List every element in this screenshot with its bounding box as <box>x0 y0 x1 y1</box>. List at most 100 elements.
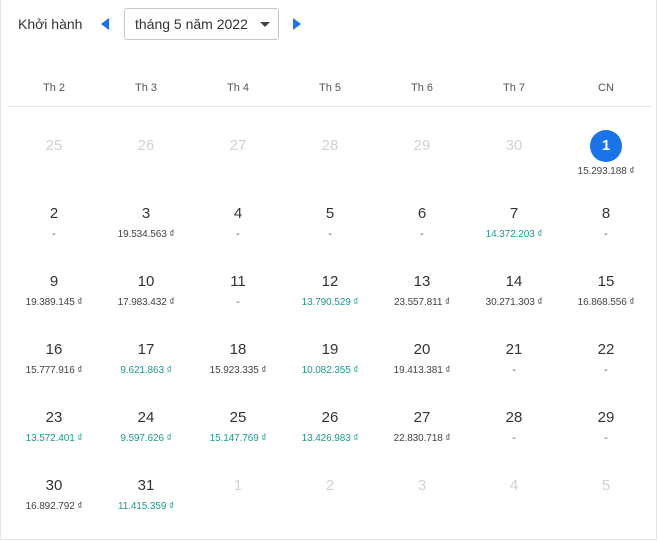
day-number: 11 <box>230 273 246 290</box>
calendar-day-outside-month: 3 <box>376 446 468 514</box>
day-number: 30 <box>505 137 523 154</box>
calendar-day[interactable]: 27 22.830.718 ₫ <box>376 378 468 446</box>
day-number: 4 <box>509 477 519 494</box>
day-price: 13.572.401 ₫ <box>25 433 83 444</box>
day-number: 1 <box>233 477 243 494</box>
price-unavailable: - <box>604 229 608 240</box>
calendar-day[interactable]: 5- <box>284 174 376 242</box>
calendar-day[interactable]: 26 13.426.983 ₫ <box>284 378 376 446</box>
calendar-header: Khởi hành tháng 5 năm 2022 <box>0 0 658 50</box>
calendar-day-outside-month: 30 <box>468 106 560 174</box>
weekday-wed: Th 4 <box>226 82 249 94</box>
price-unavailable: - <box>604 365 608 376</box>
calendar-day[interactable]: 6- <box>376 174 468 242</box>
day-number: 22 <box>597 341 615 358</box>
calendar-day[interactable]: 12 13.790.529 ₫ <box>284 242 376 310</box>
day-number: 28 <box>321 137 339 154</box>
weekday-sat: Th 7 <box>502 82 525 94</box>
day-price: 10.082.355 ₫ <box>301 365 359 376</box>
day-price: 11.415.359 ₫ <box>117 501 175 512</box>
price-unavailable: - <box>604 433 608 444</box>
day-number: 12 <box>321 273 339 290</box>
calendar-day[interactable]: 9 19.389.145 ₫ <box>8 242 100 310</box>
day-price: 15.923.335 ₫ <box>209 365 267 376</box>
day-number: 8 <box>601 205 611 222</box>
price-unavailable: - <box>512 433 516 444</box>
day-number: 25 <box>229 409 247 426</box>
day-number: 10 <box>137 273 155 290</box>
day-number: 29 <box>413 137 431 154</box>
calendar-day[interactable]: 7 14.372.203 ₫ <box>468 174 560 242</box>
calendar-day[interactable]: 17 9.621.863 ₫ <box>100 310 192 378</box>
day-price: 13.426.983 ₫ <box>301 433 359 444</box>
calendar-day-outside-month: 26 <box>100 106 192 174</box>
day-price: 16.892.792 ₫ <box>25 501 83 512</box>
calendar-day-outside-month: 25 <box>8 106 100 174</box>
calendar-day[interactable]: 19 10.082.355 ₫ <box>284 310 376 378</box>
calendar-day[interactable]: 2- <box>8 174 100 242</box>
weekday-header-row: Th 2 Th 3 Th 4 Th 5 Th 6 Th 7 CN <box>8 72 652 107</box>
calendar-day-selected[interactable]: 1 15.293.188 ₫ <box>560 106 652 177</box>
day-price: 16.868.556 ₫ <box>577 297 635 308</box>
calendar-day-outside-month: 1 <box>192 446 284 514</box>
day-number: 4 <box>233 205 243 222</box>
day-number: 16 <box>45 341 63 358</box>
calendar-day[interactable]: 20 19.413.381 ₫ <box>376 310 468 378</box>
day-number: 18 <box>229 341 247 358</box>
day-number: 3 <box>141 205 151 222</box>
price-unavailable: - <box>328 229 332 240</box>
previous-month-arrow-icon[interactable] <box>101 18 109 30</box>
calendar-day[interactable]: 31 11.415.359 ₫ <box>100 446 192 514</box>
month-select[interactable]: tháng 5 năm 2022 <box>124 8 279 40</box>
day-number: 3 <box>417 477 427 494</box>
price-unavailable: - <box>236 229 240 240</box>
day-number: 19 <box>321 341 339 358</box>
calendar-day[interactable]: 18 15.923.335 ₫ <box>192 310 284 378</box>
calendar-day[interactable]: 10 17.983.432 ₫ <box>100 242 192 310</box>
day-price: 23.557.811 ₫ <box>393 297 451 308</box>
calendar-day[interactable]: 25 15.147.769 ₫ <box>192 378 284 446</box>
day-number: 31 <box>137 477 155 494</box>
day-price: 14.372.203 ₫ <box>485 229 543 240</box>
day-number: 15 <box>597 273 615 290</box>
calendar-day[interactable]: 16 15.777.916 ₫ <box>8 310 100 378</box>
calendar-day[interactable]: 15 16.868.556 ₫ <box>560 242 652 310</box>
calendar-day[interactable]: 8- <box>560 174 652 242</box>
calendar-day[interactable]: 29 - <box>560 378 652 446</box>
next-month-arrow-icon[interactable] <box>293 18 301 30</box>
day-number: 6 <box>417 205 427 222</box>
month-select-value: tháng 5 năm 2022 <box>135 16 248 32</box>
day-number: 20 <box>413 341 431 358</box>
calendar-day[interactable]: 13 23.557.811 ₫ <box>376 242 468 310</box>
day-number: 26 <box>321 409 339 426</box>
calendar-day[interactable]: 21 - <box>468 310 560 378</box>
calendar-day[interactable]: 11 - <box>192 242 284 310</box>
calendar-day[interactable]: 30 16.892.792 ₫ <box>8 446 100 514</box>
calendar-day[interactable]: 22 - <box>560 310 652 378</box>
departure-title: Khởi hành <box>18 16 83 32</box>
day-price: 17.983.432 ₫ <box>117 297 175 308</box>
day-number: 30 <box>45 477 63 494</box>
calendar-day[interactable]: 4- <box>192 174 284 242</box>
calendar-day[interactable]: 14 30.271.303 ₫ <box>468 242 560 310</box>
calendar-day[interactable]: 23 13.572.401 ₫ <box>8 378 100 446</box>
calendar-day-outside-month: 28 <box>284 106 376 174</box>
price-unavailable: - <box>420 229 424 240</box>
weekday-fri: Th 6 <box>410 82 433 94</box>
day-number: 27 <box>229 137 247 154</box>
day-number: 21 <box>505 341 523 358</box>
calendar-day[interactable]: 24 9.597.626 ₫ <box>100 378 192 446</box>
day-number: 26 <box>137 137 155 154</box>
day-number: 14 <box>505 273 523 290</box>
day-number: 2 <box>325 477 335 494</box>
calendar-day[interactable]: 3 19.534.563 ₫ <box>100 174 192 242</box>
day-number: 5 <box>325 205 335 222</box>
calendar-day[interactable]: 28 - <box>468 378 560 446</box>
day-price: 15.147.769 ₫ <box>209 433 267 444</box>
day-number: 2 <box>49 205 59 222</box>
day-number: 28 <box>505 409 523 426</box>
day-price: 19.413.381 ₫ <box>393 365 451 376</box>
calendar-day-outside-month: 5 <box>560 446 652 514</box>
day-price: 22.830.718 ₫ <box>393 433 451 444</box>
day-number: 23 <box>45 409 63 426</box>
